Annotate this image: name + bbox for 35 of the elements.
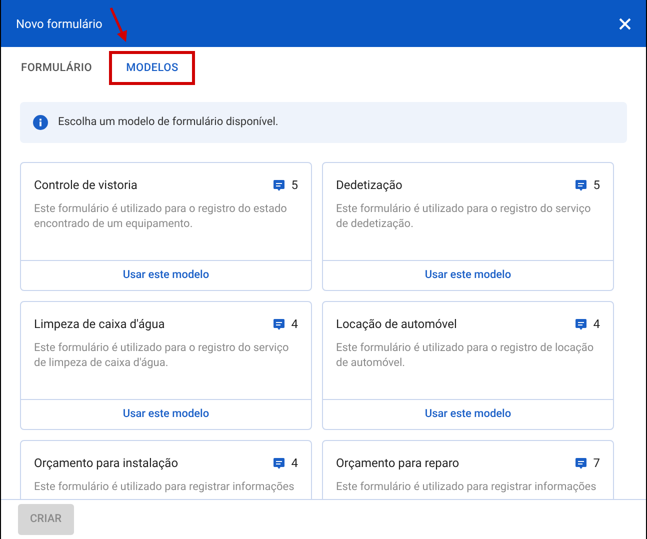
- field-count: 5: [593, 177, 600, 194]
- comment-icon: [273, 178, 286, 192]
- field-count: 5: [291, 177, 298, 194]
- template-description: Este formulário é utilizado para o registro do serviço de dedetização.: [336, 201, 592, 231]
- template-description: Este formulário é utilizado para registrar informações: [34, 479, 296, 494]
- template-title: Orçamento para instalação: [34, 455, 178, 472]
- template-title: Dedetização: [336, 177, 402, 194]
- template-description: Este formulário é utilizado para o registro de locação de automóvel.: [336, 340, 595, 370]
- close-button[interactable]: [618, 16, 632, 30]
- template-description: Este formulário é utilizado para o registro do serviço de limpeza de caixa d'água.: [34, 340, 290, 370]
- template-title: Locação de automóvel: [336, 316, 457, 333]
- comment-icon: [273, 456, 286, 470]
- comment-icon: [575, 178, 588, 192]
- use-template-button[interactable]: Usar este modelo: [122, 267, 210, 284]
- window-title: Novo formulário: [16, 16, 102, 32]
- field-count: 4: [291, 316, 298, 333]
- annotation-arrow: [108, 7, 130, 43]
- tab[interactable]: FORMULÁRIO: [4, 51, 110, 85]
- template-title: Orçamento para reparo: [336, 455, 460, 472]
- info-text: Escolha um modelo de formulário disponível.: [58, 114, 278, 130]
- use-template-button[interactable]: Usar este modelo: [122, 406, 210, 423]
- template-description: Este formulário é utilizado para o registro do estado encontrado de um equipamento.: [34, 201, 288, 231]
- template-title: Controle de vistoria: [34, 177, 138, 194]
- field-count: 4: [291, 455, 298, 472]
- comment-icon: [575, 456, 588, 470]
- template-title: Limpeza de caixa d'água: [34, 316, 165, 333]
- use-template-button[interactable]: Usar este modelo: [424, 406, 512, 423]
- field-count: 7: [593, 455, 600, 472]
- template-description: Este formulário é utilizado para registrar informações: [336, 479, 598, 494]
- comment-icon: [575, 318, 588, 330]
- comment-icon: [273, 318, 286, 330]
- tab[interactable]: MODELOS: [109, 51, 196, 85]
- info-icon: [33, 115, 48, 130]
- use-template-button[interactable]: Usar este modelo: [424, 267, 512, 284]
- field-count: 4: [593, 316, 600, 333]
